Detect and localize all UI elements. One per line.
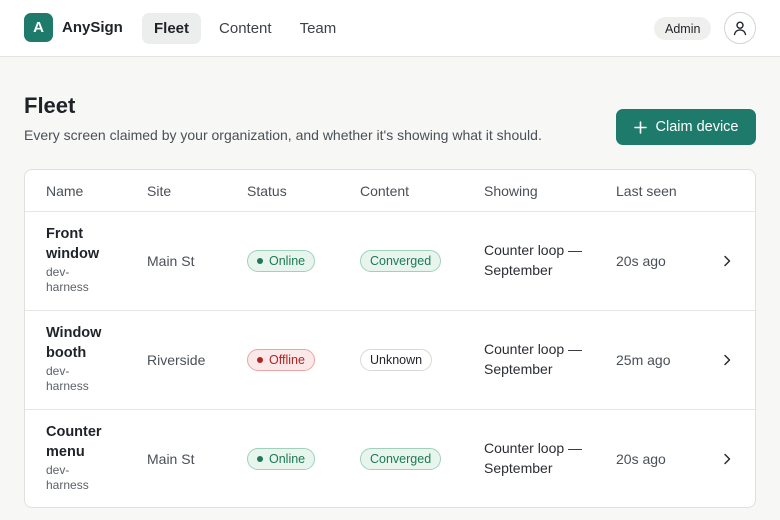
device-name: Front window: [46, 226, 100, 262]
device-source: dev-harness: [46, 364, 89, 393]
page-title: Fleet: [24, 93, 76, 118]
column-header-site[interactable]: Site: [147, 183, 171, 199]
app-logo[interactable]: A: [24, 13, 53, 42]
page-subtitle: Every screen claimed by your organizatio…: [24, 127, 542, 143]
showing-playlist: Counter loop — September: [484, 242, 583, 278]
device-source: dev-harness: [46, 265, 89, 294]
content-state-badge: Unknown: [360, 349, 433, 371]
nav-tab-content[interactable]: Content: [205, 13, 286, 44]
fleet-table: Name Site Status Content Showing Last se…: [24, 169, 756, 508]
chevron-right-icon[interactable]: [722, 353, 732, 367]
column-header-showing[interactable]: Showing: [484, 183, 538, 199]
device-name-cell: Counter menu dev-harness: [46, 422, 116, 493]
content-state-label: Converged: [360, 448, 442, 470]
claim-device-label: Claim device: [655, 119, 739, 135]
device-site: Riverside: [147, 352, 206, 368]
status-label: Online: [269, 452, 306, 466]
content-state-badge: Converged: [360, 250, 442, 272]
top-bar: A AnySign Fleet Content Team Admin: [0, 0, 780, 57]
user-menu-button[interactable]: [724, 12, 756, 44]
table-row[interactable]: Window booth dev-harness Riverside Offli…: [25, 311, 755, 410]
column-header-content[interactable]: Content: [360, 183, 409, 199]
showing-playlist: Counter loop — September: [484, 440, 583, 476]
device-source: dev-harness: [46, 463, 89, 492]
content-state-badge: Converged: [360, 448, 442, 470]
status-badge: Online: [247, 448, 316, 470]
status-badge: Offline: [247, 349, 315, 371]
last-seen: 25m ago: [616, 352, 671, 368]
column-header-last-seen[interactable]: Last seen: [616, 183, 677, 199]
device-name: Counter menu: [46, 424, 102, 460]
status-dot-icon: [257, 357, 263, 363]
chevron-right-icon[interactable]: [722, 452, 732, 466]
status-badge: Online: [247, 250, 316, 272]
table-header: Name Site Status Content Showing Last se…: [25, 170, 755, 212]
status-label: Offline: [269, 353, 305, 367]
nav-tab-team[interactable]: Team: [286, 13, 351, 44]
device-name-cell: Front window dev-harness: [46, 224, 116, 295]
device-name: Window booth: [46, 325, 102, 361]
column-header-name[interactable]: Name: [46, 183, 83, 199]
table-row[interactable]: Counter menu dev-harness Main St Online …: [25, 410, 755, 507]
claim-device-button[interactable]: Claim device: [616, 109, 756, 145]
plus-icon: [633, 120, 647, 134]
showing-playlist: Counter loop — September: [484, 341, 583, 377]
status-dot-icon: [257, 456, 263, 462]
status-dot-icon: [257, 258, 263, 264]
content-state-label: Unknown: [360, 349, 433, 371]
device-name-cell: Window booth dev-harness: [46, 323, 116, 394]
column-header-status[interactable]: Status: [247, 183, 287, 199]
main-nav: Fleet Content Team: [142, 13, 350, 44]
device-site: Main St: [147, 451, 195, 467]
last-seen: 20s ago: [616, 451, 666, 467]
status-label: Online: [269, 254, 306, 268]
nav-tab-fleet[interactable]: Fleet: [142, 13, 202, 44]
app-brand-name[interactable]: AnySign: [62, 19, 123, 36]
last-seen: 20s ago: [616, 253, 666, 269]
user-icon: [733, 21, 747, 36]
table-row[interactable]: Front window dev-harness Main St Online …: [25, 212, 755, 311]
device-site: Main St: [147, 253, 195, 269]
content-state-label: Converged: [360, 250, 442, 272]
role-badge: Admin: [654, 17, 712, 40]
chevron-right-icon[interactable]: [722, 254, 732, 268]
